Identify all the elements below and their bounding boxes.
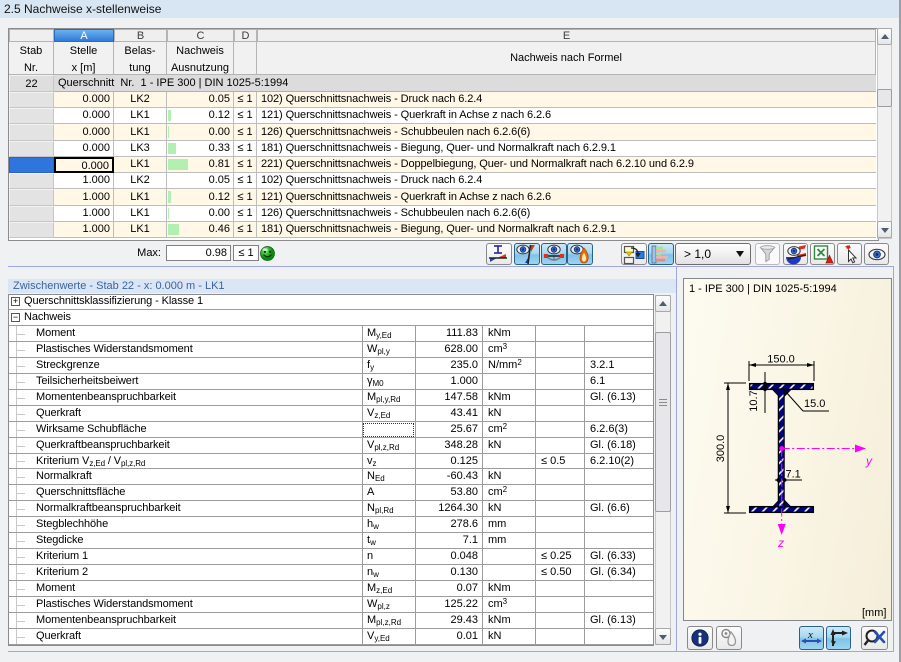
svg-text:15.0: 15.0 (804, 398, 825, 410)
svg-text:7.1: 7.1 (786, 469, 801, 481)
svg-text:x: x (807, 629, 813, 641)
svg-text:150.0: 150.0 (767, 354, 795, 366)
svg-text:10.7: 10.7 (748, 390, 760, 411)
svg-text:300.0: 300.0 (715, 435, 727, 463)
svg-text:z: z (777, 536, 784, 550)
svg-text:y: y (865, 454, 873, 468)
